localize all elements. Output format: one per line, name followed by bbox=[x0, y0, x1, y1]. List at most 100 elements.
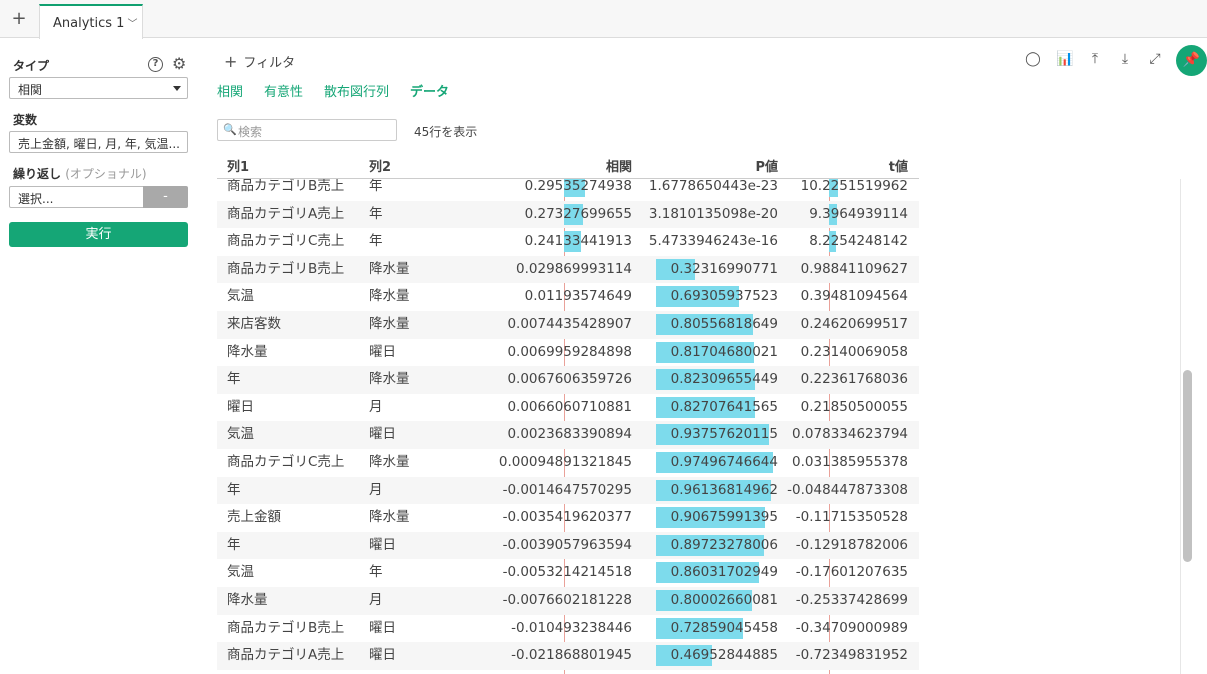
table-row[interactable]: 年 月 -0.0014647570295 0.96136814962 -0.048447… bbox=[217, 476, 919, 505]
expand-icon[interactable]: ⤢ bbox=[1146, 51, 1164, 67]
cell-col1: 商品カテゴリB売上 bbox=[227, 619, 345, 636]
column-header-tvalue[interactable]: t値 bbox=[889, 156, 908, 175]
column-header-correlation[interactable]: 相関 bbox=[606, 156, 632, 175]
cell-correlation: 0.01193574649 bbox=[524, 288, 632, 305]
cell-tvalue: 8.2254248142 bbox=[809, 233, 908, 250]
table-row[interactable]: 気温 曜日 0.0023683390894 0.93757620115 0.078334… bbox=[217, 421, 919, 449]
download-icon[interactable]: ⤓ bbox=[1116, 51, 1134, 67]
comment-icon[interactable]: ◯ bbox=[1024, 51, 1042, 67]
cell-col2: 年 bbox=[369, 205, 383, 222]
add-tab-button[interactable]: + bbox=[8, 8, 30, 30]
repeat-clear-button[interactable]: - bbox=[143, 186, 188, 208]
table-header: 列1 列2 相関 P値 t値 bbox=[217, 150, 919, 179]
tab-correlation[interactable]: 相関 bbox=[217, 81, 243, 100]
cell-col1: 気温 bbox=[227, 288, 254, 305]
table-row[interactable]: 商品カテゴリB売上 年 0.29535274938 1.6778650443e-23 1… bbox=[217, 179, 919, 201]
cell-col1: 気温 bbox=[227, 426, 254, 443]
type-select[interactable]: 相関 bbox=[9, 77, 188, 99]
cell-tvalue: 9.3964939114 bbox=[809, 205, 908, 222]
cell-correlation: 0.27327699655 bbox=[524, 205, 632, 222]
repeat-select[interactable]: 選択... bbox=[9, 186, 144, 208]
repeat-label-text: 繰り返し bbox=[13, 167, 62, 181]
table-row[interactable]: 商品カテゴリA売上 曜日 -0.021868801945 0.46952844885-… bbox=[217, 642, 919, 670]
table-row[interactable]: 商品カテゴリC売上 降水量 0.00094891321845 0.9749674664… bbox=[217, 449, 919, 477]
cell-tvalue: 0.23140069058 bbox=[800, 343, 908, 360]
table-row[interactable]: 来店客数 降水量 0.0074435428907 0.80556818649 0.246… bbox=[217, 311, 919, 339]
table-row[interactable]: 気温 降水量 0.01193574649 0.69305937523 0.3948109… bbox=[217, 283, 919, 311]
tab-scatter-matrix[interactable]: 散布図行列 bbox=[324, 81, 389, 100]
cell-col2: 月 bbox=[369, 398, 383, 415]
chart-icon[interactable]: 📊 bbox=[1056, 51, 1074, 67]
filter-label: フィルタ bbox=[243, 56, 296, 71]
cell-col1: 商品カテゴリC売上 bbox=[227, 454, 345, 470]
cell-col2: 年 bbox=[369, 233, 383, 250]
tab-analytics-1[interactable]: Analytics 1 ﹀ bbox=[39, 4, 143, 39]
cell-pvalue: 0.69305937523 bbox=[670, 288, 778, 305]
table-row[interactable]: 降水量 月 -0.0076602181228 0.80002660081 -0.2533… bbox=[217, 587, 919, 615]
caret-down-icon bbox=[173, 86, 181, 91]
cell-tvalue: 0.031385955378 bbox=[792, 454, 908, 470]
tab-data[interactable]: データ bbox=[410, 81, 449, 100]
tab-significance[interactable]: 有意性 bbox=[264, 81, 303, 100]
cell-col1: 降水量 bbox=[227, 343, 268, 360]
type-label: タイプ bbox=[13, 59, 50, 73]
cell-tvalue: -0.72349831952 bbox=[795, 647, 908, 664]
cell-tvalue: 0.39481094564 bbox=[800, 288, 908, 305]
cell-col2: 降水量 bbox=[369, 260, 410, 277]
upload-icon[interactable]: ⤒ bbox=[1086, 51, 1104, 67]
table-row[interactable]: 降水量 曜日 0.0069959284898 0.81704680021 0.23140… bbox=[217, 339, 919, 367]
cell-pvalue: 0.82309655449 bbox=[670, 371, 778, 388]
cell-pvalue: 0.90675991395 bbox=[670, 509, 778, 526]
pin-icon[interactable]: 📌 bbox=[1176, 45, 1207, 76]
cell-pvalue: 0.97496746644 bbox=[670, 454, 778, 470]
table-body: 商品カテゴリB売上年 0.29535274938 1.6778650443e-23 1… bbox=[217, 179, 919, 674]
cell-correlation: 0.29535274938 bbox=[524, 179, 632, 194]
table-row[interactable]: 商品カテゴリB売上 曜日 -0.010493238446 0.72859045458-… bbox=[217, 615, 919, 643]
column-header-col2[interactable]: 列2 bbox=[369, 156, 391, 175]
search-input[interactable]: 🔍 検索 bbox=[217, 119, 397, 141]
filter-button[interactable]: + フィルタ bbox=[224, 52, 295, 71]
cell-pvalue: 0.46952844885 bbox=[670, 647, 778, 664]
scrollbar-thumb[interactable] bbox=[1183, 370, 1192, 562]
row-count: 45行を表示 bbox=[414, 125, 478, 139]
cell-tvalue: -0.048447873308 bbox=[787, 481, 908, 498]
column-header-col1[interactable]: 列1 bbox=[227, 156, 249, 175]
table-row[interactable]: 気温 年 -0.0053214214518 0.86031702949 -0.17601… bbox=[217, 559, 919, 587]
table-row[interactable]: 商品カテゴリC売上 年 0.24133441913 5.4733946243e-16 8… bbox=[217, 228, 919, 256]
cell-col1: 来店客数 bbox=[227, 316, 281, 332]
table-row[interactable]: 売上金額 降水量 -0.0035419620377 0.90675991395 -0.1… bbox=[217, 504, 919, 532]
cell-pvalue: 0.93757620115 bbox=[670, 426, 778, 443]
cell-col1: 曜日 bbox=[227, 398, 254, 415]
cell-tvalue: 0.24620699517 bbox=[800, 316, 908, 332]
cell-pvalue: 0.89723278006 bbox=[670, 536, 778, 553]
cell-col1: 商品カテゴリB売上 bbox=[227, 260, 345, 277]
cell-pvalue: 0.82707641565 bbox=[670, 398, 778, 415]
cell-col2: 曜日 bbox=[369, 343, 396, 360]
cell-correlation: 0.0069959284898 bbox=[507, 343, 632, 360]
cell-correlation: -0.010493238446 bbox=[511, 619, 632, 636]
chevron-down-icon[interactable]: ﹀ bbox=[127, 19, 137, 30]
cell-col2: 降水量 bbox=[369, 371, 410, 388]
variables-input[interactable]: 売上金額, 曜日, 月, 年, 気温... bbox=[9, 131, 188, 153]
table-row[interactable]: 商品カテゴリB売上 降水量 0.029869993114 0.32316990771 0… bbox=[217, 255, 919, 284]
cell-pvalue: 0.81704680021 bbox=[670, 343, 778, 360]
cell-col1: 商品カテゴリA売上 bbox=[227, 205, 345, 222]
cell-col1: 商品カテゴリA売上 bbox=[227, 647, 345, 664]
help-icon[interactable]: ? bbox=[148, 57, 163, 72]
table-row[interactable]: 曜日 月 0.0066060710881 0.82707641565 0.2185050… bbox=[217, 394, 919, 422]
gear-icon[interactable]: ⚙ bbox=[172, 55, 186, 73]
cell-col2: 降水量 bbox=[369, 509, 410, 526]
cell-col2: 曜日 bbox=[369, 619, 396, 636]
table-row[interactable]: 年 降水量 0.0067606359726 0.82309655449 0.223617… bbox=[217, 366, 919, 394]
cell-correlation: 0.0023683390894 bbox=[507, 426, 632, 443]
cell-col1: 売上金額 bbox=[227, 509, 281, 526]
cell-col2: 年 bbox=[369, 179, 383, 194]
cell-correlation: 0.24133441913 bbox=[524, 233, 632, 250]
run-button[interactable]: 実行 bbox=[9, 222, 188, 247]
cell-col1: 商品カテゴリC売上 bbox=[227, 233, 345, 250]
table-row[interactable]: 商品カテゴリA売上 年 0.27327699655 3.1810135098e-20 9… bbox=[217, 200, 919, 229]
column-header-pvalue[interactable]: P値 bbox=[755, 156, 778, 175]
table-row[interactable]: 年 曜日 -0.0039057963594 0.89723278006 -0.12918… bbox=[217, 531, 919, 560]
repeat-label: 繰り返し (オプショナル) bbox=[13, 165, 147, 182]
cell-col1: 年 bbox=[227, 536, 241, 553]
